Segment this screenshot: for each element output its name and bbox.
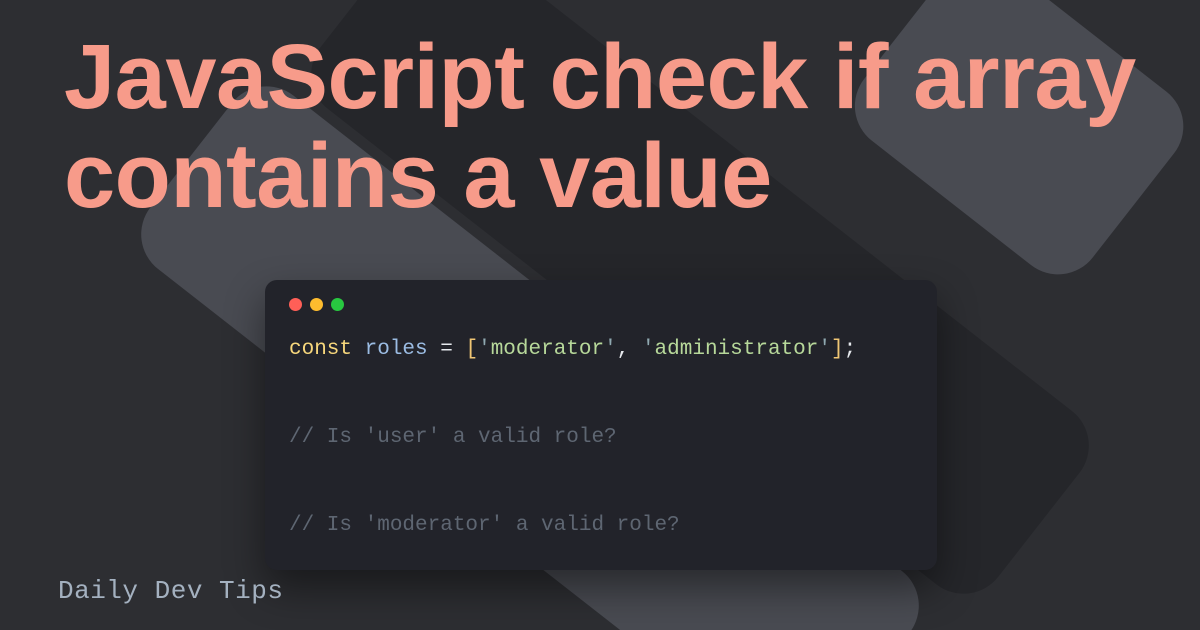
footer-brand: Daily Dev Tips — [58, 576, 283, 606]
code-op: = — [440, 338, 453, 361]
code-comment: // Is 'moderator' a valid role? — [289, 514, 680, 537]
code-bracket-open: [ — [465, 338, 478, 361]
traffic-light-green-icon — [331, 298, 344, 311]
code-block: const roles = ['moderator', 'administrat… — [289, 333, 913, 544]
code-comment: // Is 'user' a valid role? — [289, 426, 617, 449]
code-semicolon: ; — [844, 338, 857, 361]
traffic-light-red-icon — [289, 298, 302, 311]
traffic-light-yellow-icon — [310, 298, 323, 311]
code-string: moderator — [491, 338, 604, 361]
code-var: roles — [365, 338, 428, 361]
window-traffic-lights — [289, 298, 913, 311]
code-string: administrator — [655, 338, 819, 361]
code-keyword: const — [289, 338, 352, 361]
code-bracket-close: ] — [831, 338, 844, 361]
code-quote: ' — [642, 338, 655, 361]
code-window: const roles = ['moderator', 'administrat… — [265, 280, 937, 570]
page-title: JavaScript check if array contains a val… — [64, 28, 1136, 227]
code-quote: ' — [604, 338, 617, 361]
code-comma: , — [617, 338, 630, 361]
code-quote: ' — [478, 338, 491, 361]
code-quote: ' — [818, 338, 831, 361]
